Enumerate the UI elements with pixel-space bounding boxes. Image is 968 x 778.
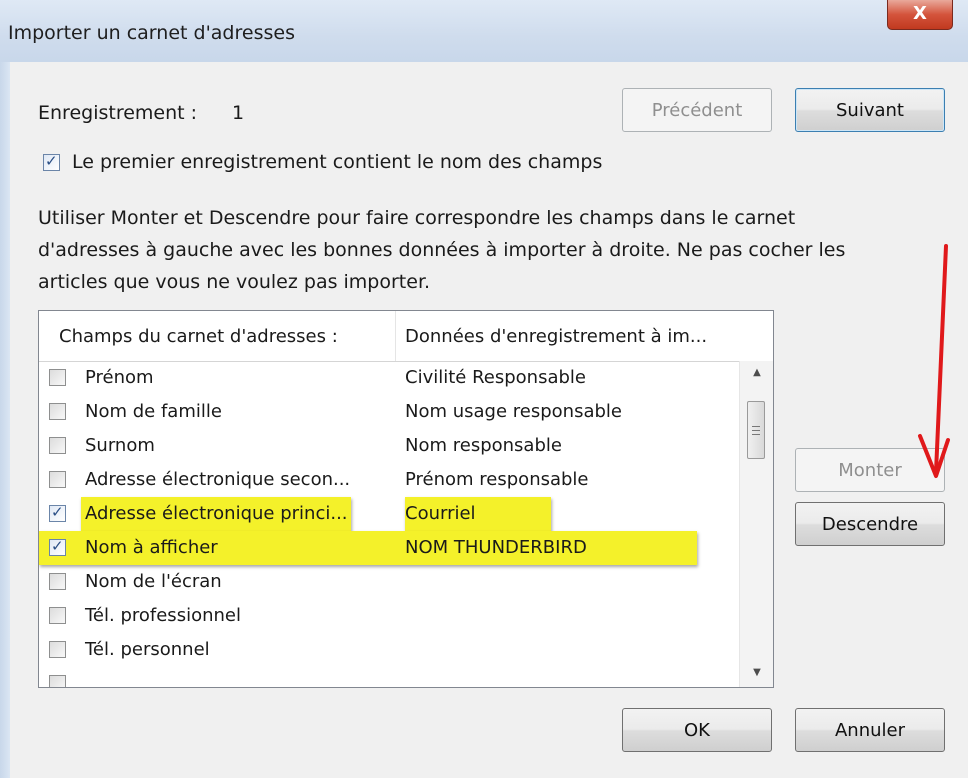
close-icon: X (913, 3, 927, 24)
ok-button[interactable]: OK (622, 708, 772, 752)
instructions: Utiliser Monter et Descendre pour faire … (38, 202, 938, 298)
list-item[interactable]: Prénom Civilité Responsable (39, 363, 739, 393)
cancel-button-label: Annuler (834, 719, 905, 741)
column-header-fields[interactable]: Champs du carnet d'adresses : (59, 326, 338, 347)
field-name: Prénom (85, 367, 154, 388)
row-checkbox[interactable] (49, 403, 66, 420)
record-label: Enregistrement : (38, 102, 198, 124)
field-name: Nom de famille (85, 401, 222, 422)
list-item[interactable]: Surnom Nom responsable (39, 431, 739, 461)
grip-line (752, 426, 760, 427)
row-checkbox[interactable] (49, 641, 66, 658)
field-data: Courriel (405, 503, 476, 524)
close-button[interactable]: X (887, 0, 953, 30)
instructions-line-2: d'adresses à gauche avec les bonnes donn… (38, 239, 846, 261)
field-mapping-list[interactable]: Champs du carnet d'adresses : Données d'… (38, 310, 774, 688)
column-divider[interactable] (395, 311, 396, 361)
field-name: Tél. professionnel (85, 605, 241, 626)
list-item[interactable]: Adresse électronique secon... Prénom res… (39, 465, 739, 495)
scroll-up-arrow-icon[interactable]: ▲ (740, 361, 773, 385)
field-name: Nom à afficher (85, 537, 218, 558)
row-checkbox[interactable] (49, 607, 66, 624)
grip-line (752, 430, 760, 431)
move-down-button[interactable]: Descendre (795, 502, 945, 546)
list-item[interactable] (39, 669, 739, 687)
record-number: 1 (232, 102, 245, 124)
field-data: Nom responsable (405, 435, 562, 456)
row-checkbox[interactable] (49, 503, 66, 522)
previous-button[interactable]: Précédent (622, 88, 772, 132)
window-frame-left (0, 62, 10, 778)
first-record-checkbox-label: Le premier enregistrement contient le no… (72, 151, 603, 173)
field-name: Adresse électronique secon... (85, 469, 351, 490)
row-checkbox[interactable] (49, 573, 66, 590)
field-data: Prénom responsable (405, 469, 589, 490)
field-data: NOM THUNDERBIRD (405, 537, 587, 558)
row-checkbox[interactable] (49, 437, 66, 454)
ok-button-label: OK (684, 719, 710, 741)
scroll-down-arrow-icon[interactable]: ▼ (740, 661, 773, 685)
field-name: Tél. personnel (85, 639, 210, 660)
row-checkbox[interactable] (49, 537, 66, 556)
window-title: Importer un carnet d'adresses (8, 22, 295, 44)
instructions-line-1: Utiliser Monter et Descendre pour faire … (38, 207, 796, 229)
grip-line (752, 434, 760, 435)
vertical-scrollbar[interactable]: ▲ ▼ (739, 361, 773, 687)
list-item[interactable]: Nom de l'écran (39, 567, 739, 597)
field-name: Surnom (85, 435, 155, 456)
list-item[interactable]: Tél. professionnel (39, 601, 739, 631)
next-button-label: Suivant (836, 99, 904, 121)
title-bar: Importer un carnet d'adresses X (0, 0, 968, 62)
list-item[interactable]: Tél. personnel (39, 635, 739, 665)
instructions-line-3: articles que vous ne voulez pas importer… (38, 271, 431, 293)
previous-button-label: Précédent (651, 99, 743, 121)
first-record-checkbox-row[interactable]: Le premier enregistrement contient le no… (43, 150, 602, 174)
move-up-button-label: Monter (838, 459, 902, 481)
row-checkbox[interactable] (49, 369, 66, 386)
field-name: Adresse électronique princi... (85, 503, 348, 524)
first-record-checkbox[interactable] (43, 152, 60, 171)
field-data: Nom usage responsable (405, 401, 622, 422)
column-header-data[interactable]: Données d'enregistrement à im... (405, 326, 707, 347)
next-button[interactable]: Suivant (795, 88, 945, 132)
field-name: Nom de l'écran (85, 571, 222, 592)
list-item[interactable]: Nom de famille Nom usage responsable (39, 397, 739, 427)
cancel-button[interactable]: Annuler (795, 708, 945, 752)
row-checkbox[interactable] (49, 675, 66, 687)
list-item[interactable]: Adresse électronique princi... Courriel (39, 499, 739, 529)
list-header: Champs du carnet d'adresses : Données d'… (39, 311, 773, 362)
annotation-arrow-icon (918, 244, 950, 478)
move-down-button-label: Descendre (821, 513, 919, 535)
scrollbar-thumb[interactable] (747, 401, 765, 459)
list-item[interactable]: Nom à afficher NOM THUNDERBIRD (39, 533, 739, 563)
row-checkbox[interactable] (49, 471, 66, 488)
field-data: Civilité Responsable (405, 367, 586, 388)
